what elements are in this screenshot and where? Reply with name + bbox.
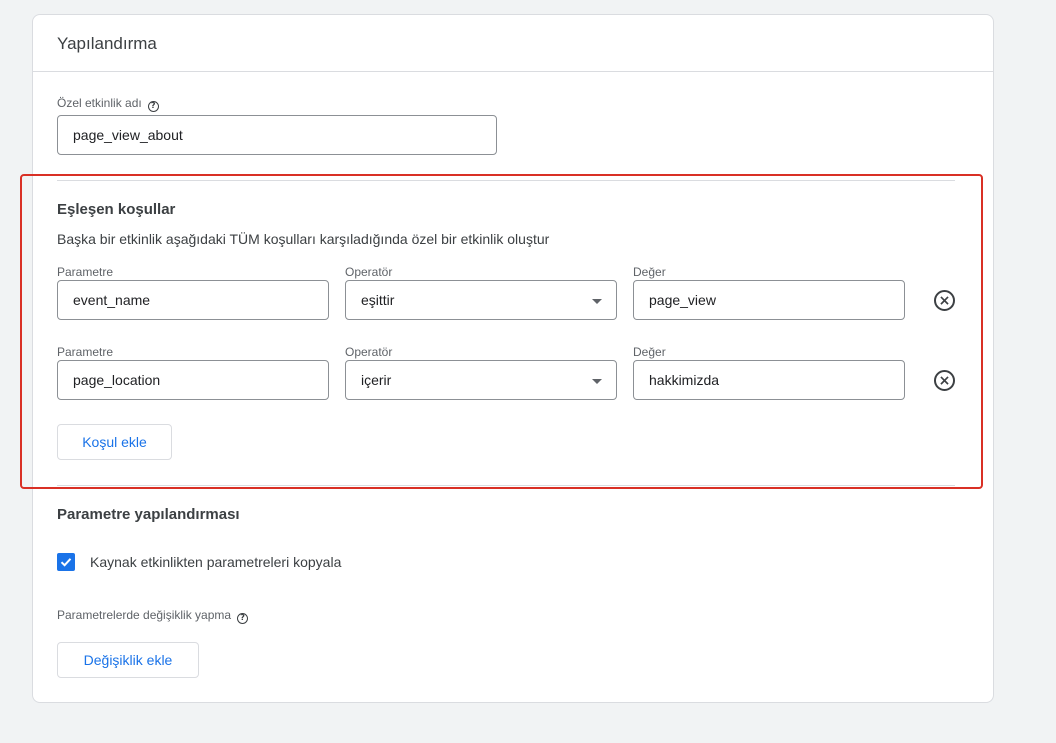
add-modification-button[interactable]: Değişiklik ekle <box>57 642 199 678</box>
highlight-annotation <box>20 174 983 489</box>
card-title: Yapılandırma <box>57 34 157 53</box>
copy-params-label: Kaynak etkinlikten parametreleri kopyala <box>90 554 342 570</box>
card-header: Yapılandırma <box>33 15 993 72</box>
parameter-config-title: Parametre yapılandırması <box>57 506 240 523</box>
event-name-label: Özel etkinlik adı <box>57 96 142 110</box>
modify-params-label: Parametrelerde değişiklik yapma <box>57 608 232 622</box>
event-name-label-row: Özel etkinlik adı? <box>57 96 159 112</box>
help-icon[interactable]: ? <box>237 612 249 624</box>
modify-params-label-row: Parametrelerde değişiklik yapma? <box>57 608 249 624</box>
checkmark-icon <box>60 558 72 567</box>
event-name-input[interactable]: page_view_about <box>57 115 497 155</box>
event-name-value: page_view_about <box>73 127 183 143</box>
copy-params-checkbox[interactable] <box>57 553 75 571</box>
help-icon[interactable]: ? <box>147 100 159 112</box>
